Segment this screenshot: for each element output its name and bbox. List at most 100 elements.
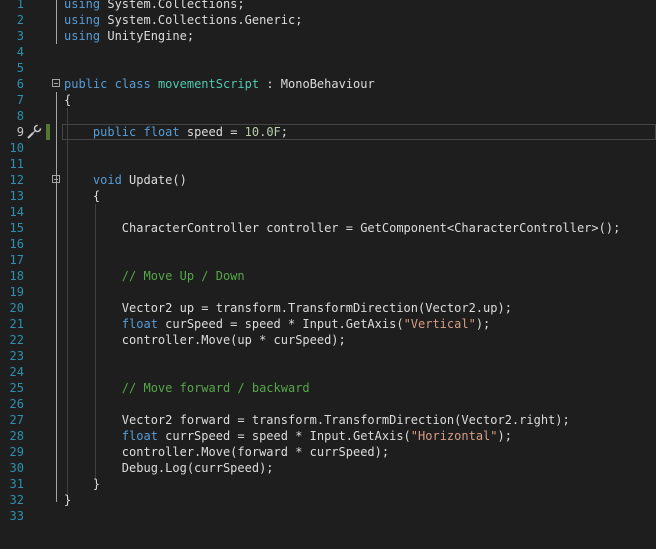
line-number: 16 bbox=[9, 237, 24, 251]
code-line[interactable]: 10 bbox=[0, 140, 656, 156]
code-line[interactable]: 13 { bbox=[0, 188, 656, 204]
code-text: Vector2 up = transform.TransformDirectio… bbox=[64, 300, 512, 316]
line-number: 5 bbox=[16, 61, 24, 75]
code-token: float bbox=[121, 317, 158, 331]
code-token: System.Collections.Generic; bbox=[100, 13, 303, 27]
code-line[interactable]: 6 public class movementScript : MonoBehav… bbox=[0, 76, 656, 92]
code-token: { bbox=[64, 93, 72, 107]
code-token: using bbox=[64, 29, 101, 43]
code-text: CharacterController controller = GetComp… bbox=[64, 220, 621, 236]
code-line[interactable]: 17 bbox=[0, 252, 656, 268]
line-number: 32 bbox=[9, 493, 24, 507]
code-text: void Update() bbox=[64, 172, 187, 188]
code-text: float currSpeed = speed * Input.GetAxis(… bbox=[64, 428, 512, 444]
code-token: UnityEngine; bbox=[100, 29, 195, 43]
line-number: 15 bbox=[9, 221, 24, 235]
code-line[interactable]: 9 public float speed = 10.0F; bbox=[0, 124, 656, 140]
line-number: 31 bbox=[9, 477, 24, 491]
code-token: ); bbox=[475, 317, 491, 331]
code-line[interactable]: 15 CharacterController controller = GetC… bbox=[0, 220, 656, 236]
code-token: // Move Up / Down bbox=[121, 269, 245, 283]
code-line[interactable]: 11 bbox=[0, 156, 656, 172]
code-text: float curSpeed = speed * Input.GetAxis("… bbox=[64, 316, 490, 332]
code-token: speed = bbox=[179, 125, 245, 139]
code-line[interactable]: 1 using System.Collections; bbox=[0, 0, 656, 12]
line-number: 28 bbox=[9, 429, 24, 443]
code-line[interactable]: 18 // Move Up / Down bbox=[0, 268, 656, 284]
line-number: 25 bbox=[9, 381, 24, 395]
code-token: { bbox=[64, 189, 101, 203]
line-number: 22 bbox=[9, 333, 24, 347]
code-text: } bbox=[64, 492, 71, 508]
code-line[interactable]: 25 // Move forward / backward bbox=[0, 380, 656, 396]
code-line[interactable]: 16 bbox=[0, 236, 656, 252]
code-token: controller.Move(up * curSpeed); bbox=[64, 333, 346, 347]
line-number: 23 bbox=[9, 349, 24, 363]
line-number: 24 bbox=[9, 365, 24, 379]
line-number: 17 bbox=[9, 253, 24, 267]
line-number: 20 bbox=[9, 301, 24, 315]
fold-toggle-icon[interactable] bbox=[52, 175, 60, 183]
code-token: CharacterController controller = GetComp… bbox=[64, 221, 621, 235]
line-number: 8 bbox=[16, 109, 24, 123]
code-line[interactable]: 4 bbox=[0, 44, 656, 60]
line-number: 3 bbox=[16, 29, 24, 43]
code-line[interactable]: 7{ bbox=[0, 92, 656, 108]
code-line[interactable]: 2 using System.Collections.Generic; bbox=[0, 12, 656, 28]
code-line[interactable]: 27 Vector2 forward = transform.Transform… bbox=[0, 412, 656, 428]
code-line[interactable]: 12 void Update() bbox=[0, 172, 656, 188]
code-token: Vector2 up = transform.TransformDirectio… bbox=[64, 301, 512, 315]
code-text: Debug.Log(currSpeed); bbox=[64, 460, 274, 476]
line-number: 21 bbox=[9, 317, 24, 331]
code-token: void bbox=[92, 173, 122, 187]
code-token: float bbox=[121, 429, 158, 443]
code-token: Vector2 forward = transform.TransformDir… bbox=[64, 413, 570, 427]
code-token: "Horizontal" bbox=[410, 429, 498, 443]
code-line[interactable]: 23 bbox=[0, 348, 656, 364]
code-line[interactable]: 5 bbox=[0, 60, 656, 76]
code-line[interactable]: 22 controller.Move(up * curSpeed); bbox=[0, 332, 656, 348]
line-number: 2 bbox=[16, 13, 24, 27]
code-line[interactable]: 30 Debug.Log(currSpeed); bbox=[0, 460, 656, 476]
line-number: 18 bbox=[9, 269, 24, 283]
code-line[interactable]: 14 bbox=[0, 204, 656, 220]
code-text: { bbox=[64, 188, 100, 204]
code-token: ); bbox=[497, 429, 512, 443]
line-number: 12 bbox=[9, 173, 24, 187]
code-text: using UnityEngine; bbox=[64, 28, 194, 44]
code-editor[interactable]: 1 using System.Collections; 2 using System.… bbox=[0, 0, 656, 549]
code-line[interactable]: 21 float curSpeed = speed * Input.GetAxi… bbox=[0, 316, 656, 332]
code-token: "Vertical" bbox=[403, 317, 476, 331]
line-number: 29 bbox=[9, 445, 24, 459]
line-number: 14 bbox=[9, 205, 24, 219]
code-line[interactable]: 28 float currSpeed = speed * Input.GetAx… bbox=[0, 428, 656, 444]
code-token: controller.Move(forward * currSpeed); bbox=[64, 445, 390, 459]
code-line[interactable]: 29 controller.Move(forward * currSpeed); bbox=[0, 444, 656, 460]
code-line[interactable]: 20 Vector2 up = transform.TransformDirec… bbox=[0, 300, 656, 316]
code-token: curSpeed = speed * Input.GetAxis( bbox=[157, 317, 404, 331]
code-text: using System.Collections; bbox=[64, 0, 245, 12]
code-line[interactable]: 26 bbox=[0, 396, 656, 412]
code-line[interactable]: 31 } bbox=[0, 476, 656, 492]
line-number: 1 bbox=[16, 0, 24, 11]
code-token: 10.0F bbox=[244, 125, 281, 139]
code-token: System.Collections; bbox=[100, 0, 245, 11]
code-text: // Move forward / backward bbox=[64, 380, 310, 396]
code-text: using System.Collections.Generic; bbox=[64, 12, 302, 28]
code-text: public class movementScript : MonoBehavi… bbox=[64, 76, 375, 92]
code-line[interactable]: 33 bbox=[0, 508, 656, 524]
code-token: } bbox=[64, 477, 101, 491]
code-line[interactable]: 8 bbox=[0, 108, 656, 124]
code-text: { bbox=[64, 92, 71, 108]
code-line[interactable]: 3 using UnityEngine; bbox=[0, 28, 656, 44]
code-token: Debug.Log(currSpeed); bbox=[64, 461, 274, 475]
fold-toggle-icon[interactable] bbox=[52, 79, 60, 87]
line-number: 27 bbox=[9, 413, 24, 427]
code-line[interactable]: 24 bbox=[0, 364, 656, 380]
code-line[interactable]: 19 bbox=[0, 284, 656, 300]
code-line[interactable]: 32} bbox=[0, 492, 656, 508]
